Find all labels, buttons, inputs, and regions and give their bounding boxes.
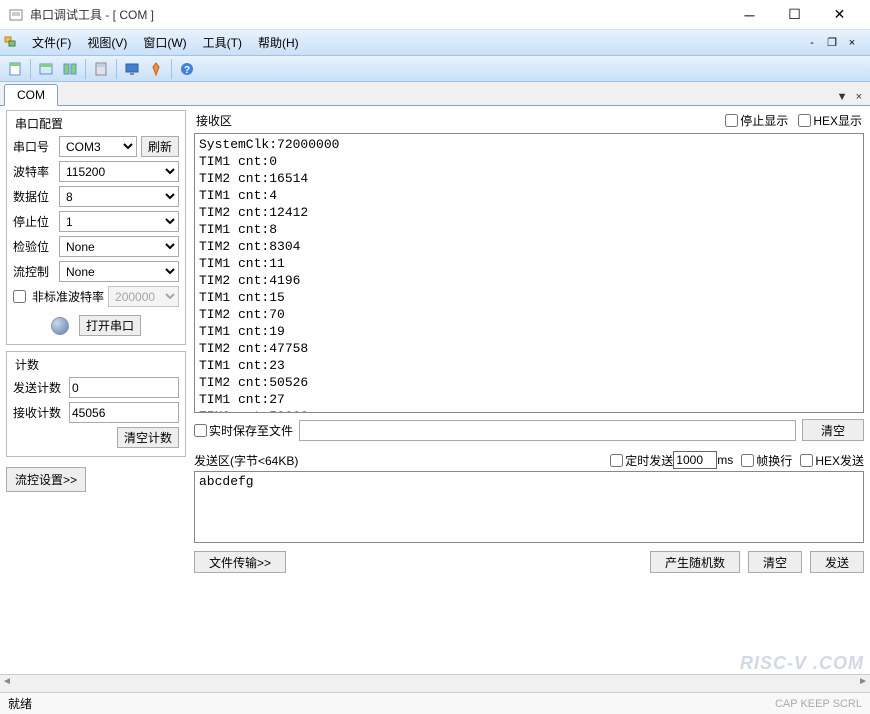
window-title: 串口调试工具 - [ COM ]: [30, 6, 727, 23]
flowctrl-select[interactable]: None: [59, 261, 179, 282]
tab-dropdown-button[interactable]: ▼: [835, 89, 850, 105]
baud-label: 波特率: [13, 163, 55, 180]
stopbits-label: 停止位: [13, 213, 55, 230]
menu-view[interactable]: 视图(V): [79, 31, 135, 54]
tab-close-button[interactable]: ×: [854, 89, 864, 105]
recv-count-input[interactable]: [69, 402, 179, 423]
nonstd-checkbox[interactable]: [13, 290, 26, 303]
toolbar-monitor-button[interactable]: [121, 58, 143, 80]
status-indicator: [51, 317, 69, 335]
realtime-save-label[interactable]: 实时保存至文件: [194, 422, 293, 439]
timed-send-checkbox[interactable]: [610, 454, 623, 467]
status-bar: 就绪 CAP KEEP SCRL: [0, 692, 870, 714]
stopbits-select[interactable]: 1: [59, 211, 179, 232]
menu-help[interactable]: 帮助(H): [250, 31, 307, 54]
refresh-button[interactable]: 刷新: [141, 136, 179, 157]
toolbar-pin-button[interactable]: [145, 58, 167, 80]
timed-send-label[interactable]: 定时发送: [610, 452, 673, 469]
toolbar-new-button[interactable]: [4, 58, 26, 80]
timed-unit: ms: [717, 453, 733, 467]
stop-display-label[interactable]: 停止显示: [725, 112, 788, 129]
minimize-button[interactable]: ─: [727, 1, 772, 29]
timed-interval-input[interactable]: [673, 451, 717, 469]
menu-bar: 文件(F) 视图(V) 窗口(W) 工具(T) 帮助(H) - ❐ ×: [0, 30, 870, 56]
nonstd-label: 非标准波特率: [32, 288, 104, 305]
count-group: 计数 发送计数 接收计数 清空计数: [6, 351, 186, 457]
status-ready: 就绪: [8, 695, 775, 712]
app-icon: [8, 7, 24, 23]
mdi-minimize-button[interactable]: -: [804, 36, 820, 50]
flow-settings-button[interactable]: 流控设置>>: [6, 467, 86, 492]
tx-textarea[interactable]: abcdefg: [194, 471, 864, 543]
hex-send-label[interactable]: HEX发送: [800, 452, 864, 469]
rx-title: 接收区: [196, 112, 715, 129]
databits-label: 数据位: [13, 188, 55, 205]
horizontal-scrollbar[interactable]: [0, 674, 870, 692]
save-path-input[interactable]: [299, 420, 796, 441]
count-title: 计数: [13, 356, 41, 373]
hex-display-label[interactable]: HEX显示: [798, 112, 862, 129]
port-select[interactable]: COM3: [59, 136, 137, 157]
tx-clear-button[interactable]: 清空: [748, 551, 802, 573]
tab-com[interactable]: COM: [4, 84, 58, 106]
menu-file[interactable]: 文件(F): [24, 31, 79, 54]
send-count-input[interactable]: [69, 377, 179, 398]
rx-textarea[interactable]: SystemClk:72000000 TIM1 cnt:0 TIM2 cnt:1…: [194, 133, 864, 413]
close-button[interactable]: ✕: [817, 1, 862, 29]
baud-select[interactable]: 115200: [59, 161, 179, 182]
rx-clear-button[interactable]: 清空: [802, 419, 864, 441]
realtime-save-checkbox[interactable]: [194, 424, 207, 437]
port-label: 串口号: [13, 138, 55, 155]
clear-count-button[interactable]: 清空计数: [117, 427, 179, 448]
parity-select[interactable]: None: [59, 236, 179, 257]
serial-config-group: 串口配置 串口号 COM3 刷新 波特率 115200 数据位 8 停止位 1 …: [6, 110, 186, 345]
file-transfer-button[interactable]: 文件传输>>: [194, 551, 286, 573]
send-count-label: 发送计数: [13, 379, 65, 396]
databits-select[interactable]: 8: [59, 186, 179, 207]
toolbar-layout2-button[interactable]: [59, 58, 81, 80]
flowctrl-label: 流控制: [13, 263, 55, 280]
mdi-close-button[interactable]: ×: [844, 36, 860, 50]
toolbar: ?: [0, 56, 870, 82]
menu-icon: [4, 35, 20, 51]
hex-display-checkbox[interactable]: [798, 114, 811, 127]
menu-tool[interactable]: 工具(T): [195, 31, 250, 54]
mdi-restore-button[interactable]: ❐: [824, 36, 840, 50]
open-port-button[interactable]: 打开串口: [79, 315, 141, 336]
frame-wrap-label[interactable]: 帧换行: [741, 452, 792, 469]
menu-window[interactable]: 窗口(W): [135, 31, 194, 54]
parity-label: 检验位: [13, 238, 55, 255]
nonstd-select[interactable]: 200000: [108, 286, 179, 307]
recv-count-label: 接收计数: [13, 404, 65, 421]
svg-text:?: ?: [184, 65, 190, 76]
status-caps: CAP KEEP SCRL: [775, 698, 862, 710]
send-button[interactable]: 发送: [810, 551, 864, 573]
stop-display-checkbox[interactable]: [725, 114, 738, 127]
toolbar-calc-button[interactable]: [90, 58, 112, 80]
title-bar: 串口调试工具 - [ COM ] ─ ☐ ✕: [0, 0, 870, 30]
tx-title: 发送区(字节<64KB): [194, 452, 602, 469]
toolbar-layout1-button[interactable]: [35, 58, 57, 80]
frame-wrap-checkbox[interactable]: [741, 454, 754, 467]
tab-bar: COM ▼ ×: [0, 82, 870, 106]
hex-send-checkbox[interactable]: [800, 454, 813, 467]
toolbar-help-button[interactable]: ?: [176, 58, 198, 80]
random-button[interactable]: 产生随机数: [650, 551, 740, 573]
maximize-button[interactable]: ☐: [772, 1, 817, 29]
serial-config-title: 串口配置: [13, 115, 65, 132]
